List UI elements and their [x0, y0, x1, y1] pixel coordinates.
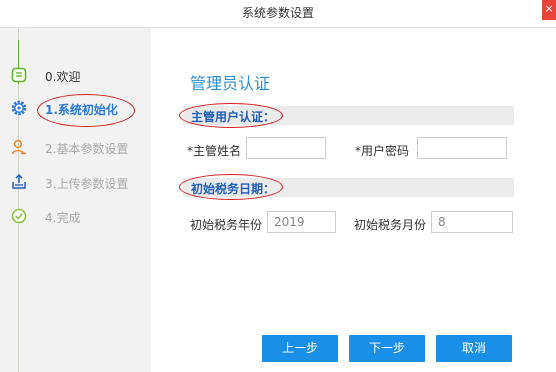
close-button[interactable]: × [542, 0, 556, 20]
step-basic-params[interactable]: 2.基本参数设置 [10, 138, 150, 158]
cancel-button[interactable]: 取消 [436, 335, 512, 362]
check-circle-icon [11, 208, 27, 224]
tax-year-label: 初始税务年份 [190, 218, 263, 232]
tax-month-input[interactable]: 8 [431, 211, 513, 233]
list-icon [11, 67, 27, 83]
title-bar: 系统参数设置 × [0, 0, 556, 28]
gear-icon [11, 100, 27, 116]
main-panel: 管理员认证 主管用户认证： *主管姓名 *用户密码 初始税务日期： 初始税务年份… [152, 28, 556, 372]
admin-password-input[interactable] [417, 137, 507, 159]
annotation-circle [179, 103, 283, 128]
admin-password-label: *用户密码 [355, 144, 410, 158]
step-label: 0.欢迎 [45, 70, 81, 84]
tax-month-label: 初始税务月份 [354, 218, 427, 232]
admin-name-label: *主管姓名 [187, 144, 242, 158]
step-label: 3.上传参数设置 [45, 177, 129, 191]
user-icon [11, 139, 26, 155]
admin-name-input[interactable] [246, 137, 326, 159]
steps-sidebar: 0.欢迎 1.系统初始化 2.基本参数设置 3.上传参数设置 4.完成 [0, 28, 151, 372]
annotation-circle [179, 174, 283, 200]
next-step-button[interactable]: 下一步 [349, 335, 425, 362]
upload-icon [12, 173, 26, 189]
annotation-circle [37, 94, 135, 127]
tax-year-input[interactable]: 2019 [267, 211, 336, 233]
window-title: 系统参数设置 [241, 6, 314, 20]
prev-step-button[interactable]: 上一步 [262, 335, 338, 362]
step-label: 2.基本参数设置 [45, 142, 129, 156]
step-upload-params[interactable]: 3.上传参数设置 [10, 173, 150, 193]
page-title: 管理员认证 [190, 74, 271, 93]
step-finish[interactable]: 4.完成 [10, 207, 150, 227]
step-welcome[interactable]: 0.欢迎 [10, 66, 150, 86]
step-label: 4.完成 [45, 211, 81, 225]
